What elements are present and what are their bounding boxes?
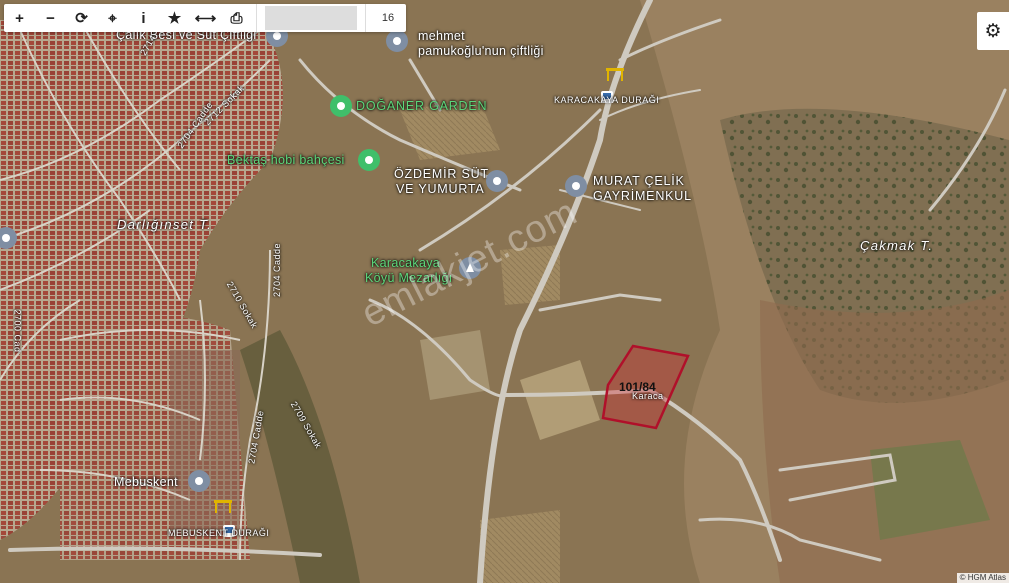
hill-label-cakmak: Çakmak T. xyxy=(860,238,934,253)
place-label-karacakaya-duragi[interactable]: KARACAKAYA DURAĞI xyxy=(554,95,659,105)
map-toolbar: + − ⟳ ⌖ i ★ ⟷ ⎙ 16 xyxy=(4,4,406,32)
favorite-button[interactable]: ★ xyxy=(159,4,190,32)
flower-icon-bektas[interactable] xyxy=(358,149,380,171)
zoom-in-button[interactable]: + xyxy=(4,4,35,32)
pin-icon-mebuskent[interactable] xyxy=(188,470,210,492)
hill-label-darliginset: Darlığınset T. xyxy=(117,217,213,232)
place-label-doganer[interactable]: DOĞANER GARDEN xyxy=(356,99,487,113)
place-label-mebuskent-duragi[interactable]: MEBUSKENT DURAĞI xyxy=(168,528,269,538)
street-label-2704-cadde-2: 2704 Cadde xyxy=(272,242,283,298)
toolbar-divider xyxy=(256,4,257,32)
satellite-map[interactable] xyxy=(0,0,1009,583)
place-label-bektas[interactable]: Bektaş hobi bahçesi xyxy=(227,153,345,167)
place-label-murat-line1[interactable]: MURAT ÇELİK xyxy=(593,174,685,188)
refresh-button[interactable]: ⟳ xyxy=(66,4,97,32)
info-button[interactable]: i xyxy=(128,4,159,32)
place-label-ozdemir-line2[interactable]: VE YUMURTA xyxy=(396,182,485,196)
place-label-mebuskent[interactable]: Mebuskent xyxy=(114,475,178,489)
print-button[interactable]: ⎙ xyxy=(221,4,252,32)
field xyxy=(480,510,560,583)
pin-icon-mehmet[interactable] xyxy=(386,30,408,52)
place-label-ozdemir-line1[interactable]: ÖZDEMİR SÜT xyxy=(394,167,489,181)
map-attribution[interactable]: © HGM Atlas xyxy=(956,573,1009,583)
zoom-level-display: 16 xyxy=(381,12,395,24)
search-input[interactable] xyxy=(265,6,357,30)
place-label-mehmet-line1[interactable]: mehmet xyxy=(418,29,465,43)
pin-icon-murat[interactable] xyxy=(565,175,587,197)
place-label-murat-line2[interactable]: GAYRİMENKUL xyxy=(593,189,692,203)
locate-button[interactable]: ⌖ xyxy=(97,4,128,32)
place-label-mehmet-line2[interactable]: pamukoğlu'nun çiftliği xyxy=(418,44,544,58)
zoom-out-button[interactable]: − xyxy=(35,4,66,32)
toolbar-divider xyxy=(365,4,366,32)
flower-icon-doganer[interactable] xyxy=(330,95,352,117)
measure-button[interactable]: ⟷ xyxy=(190,4,221,32)
pin-icon-ozdemir[interactable] xyxy=(486,170,508,192)
settings-gear-icon[interactable]: ⚙ xyxy=(977,12,1009,50)
street-label-2700-cad: 2700 Cad xyxy=(12,309,23,353)
parcel-label[interactable]: 101/84 xyxy=(619,380,656,394)
